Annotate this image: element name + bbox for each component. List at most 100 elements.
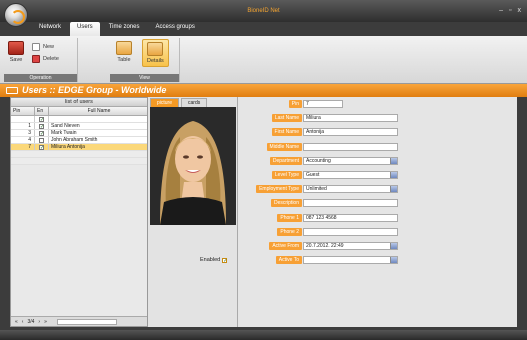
empty-row	[11, 158, 147, 165]
tab-time-zones[interactable]: Time zones	[102, 22, 147, 36]
column-enabled[interactable]: En	[35, 107, 49, 115]
user-photo	[150, 107, 236, 225]
horizontal-scrollbar[interactable]	[56, 318, 117, 325]
chevron-down-icon[interactable]	[390, 186, 397, 193]
row-pin: 1	[11, 123, 35, 129]
tab-network[interactable]: Network	[32, 22, 68, 36]
form-row-first-name: First Name Antonija	[238, 128, 517, 137]
middle-name-field[interactable]	[303, 142, 398, 151]
close-icon[interactable]: x	[518, 7, 522, 14]
last-page-icon[interactable]: »	[44, 317, 47, 327]
ribbon: Save New Delete Operation Table Details …	[0, 36, 527, 84]
next-page-icon[interactable]: ›	[38, 317, 40, 327]
employment-type-field[interactable]: Unlimited	[303, 185, 398, 194]
row-enabled-checkbox[interactable]: ✓	[39, 123, 44, 129]
form-row-active-to: Active To	[238, 256, 517, 265]
description-field[interactable]	[303, 199, 398, 208]
table-row[interactable]: 1 ✓ Sand Nieven	[11, 123, 147, 130]
department-field[interactable]: Accounting	[303, 156, 398, 165]
tab-users[interactable]: Users	[70, 22, 100, 36]
delete-icon	[32, 55, 40, 63]
form-row-description: Description	[238, 199, 517, 208]
portrait-image	[150, 107, 236, 225]
pager: « ‹ 3/4 › »	[11, 316, 147, 326]
level-type-label: Level Type	[271, 171, 302, 179]
table-view-button[interactable]: Table	[116, 41, 132, 63]
active-from-label: Active From	[269, 242, 302, 250]
view-group: Table Details View	[110, 38, 180, 82]
app-title: BioneID Net	[247, 8, 280, 14]
page-indicator: 3/4	[27, 318, 35, 325]
users-icon	[6, 87, 18, 94]
row-enabled-checkbox[interactable]: ✓	[39, 130, 44, 136]
ribbon-tabs: Network Users Time zones Access groups	[32, 22, 202, 36]
chevron-down-icon[interactable]	[390, 243, 397, 249]
list-rows: 1 ✓ Sand Nieven 3 ✓ Mark Twain 4 John Abraham S…	[11, 123, 147, 165]
list-header: Pin En Full Name	[11, 107, 147, 116]
filter-checkbox[interactable]: ✓	[39, 116, 44, 122]
first-name-field[interactable]: Antonija	[303, 128, 398, 137]
row-full-name: Miliura Antonija	[51, 144, 85, 150]
operation-group: Save New Delete Operation	[4, 38, 78, 82]
empty-row	[11, 151, 147, 158]
form-row-level-type: Level Type Guest	[238, 171, 517, 179]
row-enabled-checkbox[interactable]	[39, 137, 44, 143]
status-bar	[0, 330, 527, 340]
last-name-field[interactable]: Miliura	[303, 114, 398, 123]
column-full-name[interactable]: Full Name	[49, 107, 147, 115]
table-row[interactable]: 3 ✓ Mark Twain	[11, 130, 147, 137]
middle-name-label: Middle Name	[266, 142, 302, 151]
row-pin: 7	[11, 144, 35, 150]
active-from-field[interactable]: 20.7.2012. 22:49	[303, 242, 398, 250]
table-row[interactable]: 4 John Abraham Smith	[11, 137, 147, 144]
column-pin[interactable]: Pin	[11, 107, 35, 115]
row-full-name: John Abraham Smith	[51, 137, 98, 143]
new-button[interactable]: New	[32, 43, 54, 51]
maximize-icon[interactable]: ▫	[509, 7, 511, 14]
department-label: Department	[269, 156, 302, 165]
row-pin: 4	[11, 137, 35, 143]
form-row-phone-1: Phone 1 087 123 4568	[238, 213, 517, 222]
enabled-label: Enabled	[200, 257, 221, 263]
pin-label: Pin	[288, 100, 302, 108]
enabled-checkbox[interactable]: ✓	[222, 257, 227, 263]
view-group-label: View	[110, 74, 179, 82]
chevron-down-icon[interactable]	[390, 157, 397, 164]
list-title: list of users	[11, 98, 147, 107]
delete-button[interactable]: Delete	[32, 55, 59, 63]
chevron-down-icon[interactable]	[390, 172, 397, 178]
prev-page-icon[interactable]: ‹	[22, 317, 24, 327]
save-icon	[8, 41, 24, 55]
details-view-button[interactable]: Details	[142, 39, 169, 67]
form-row-middle-name: Middle Name	[238, 142, 517, 151]
phone-1-label: Phone 1	[277, 213, 302, 222]
new-icon	[32, 43, 40, 51]
description-label: Description	[270, 199, 302, 208]
enabled-toggle: Enabled ✓	[200, 257, 227, 263]
table-row[interactable]: 7 ✓ Miliura Antonija	[11, 144, 147, 151]
active-to-field[interactable]	[303, 256, 398, 265]
minimize-icon[interactable]: –	[499, 7, 503, 14]
phone-2-field[interactable]	[303, 227, 398, 236]
row-pin: 3	[11, 130, 35, 136]
save-button[interactable]: Save	[8, 41, 24, 63]
phone-2-label: Phone 2	[277, 227, 302, 236]
filter-row[interactable]: ✓	[11, 116, 147, 123]
row-enabled-checkbox[interactable]: ✓	[39, 144, 44, 150]
table-icon	[116, 41, 132, 55]
active-to-label: Active To	[275, 256, 302, 265]
tab-access-groups[interactable]: Access groups	[148, 22, 201, 36]
level-type-field[interactable]: Guest	[303, 171, 398, 179]
pin-field[interactable]: 7	[303, 100, 343, 108]
app-menu-button[interactable]	[4, 3, 28, 27]
form-row-active-from: Active From 20.7.2012. 22:49	[238, 242, 517, 250]
page-title: Users :: EDGE Group - Worldwide	[0, 84, 527, 97]
form-row-phone-2: Phone 2	[238, 227, 517, 236]
first-name-label: First Name	[271, 128, 302, 137]
phone-1-field[interactable]: 087 123 4568	[303, 213, 398, 222]
first-page-icon[interactable]: «	[15, 317, 18, 327]
details-icon	[147, 42, 164, 56]
chevron-down-icon[interactable]	[390, 257, 397, 264]
form-row-last-name: Last Name Miliura	[238, 114, 517, 123]
operation-group-label: Operation	[4, 74, 77, 82]
